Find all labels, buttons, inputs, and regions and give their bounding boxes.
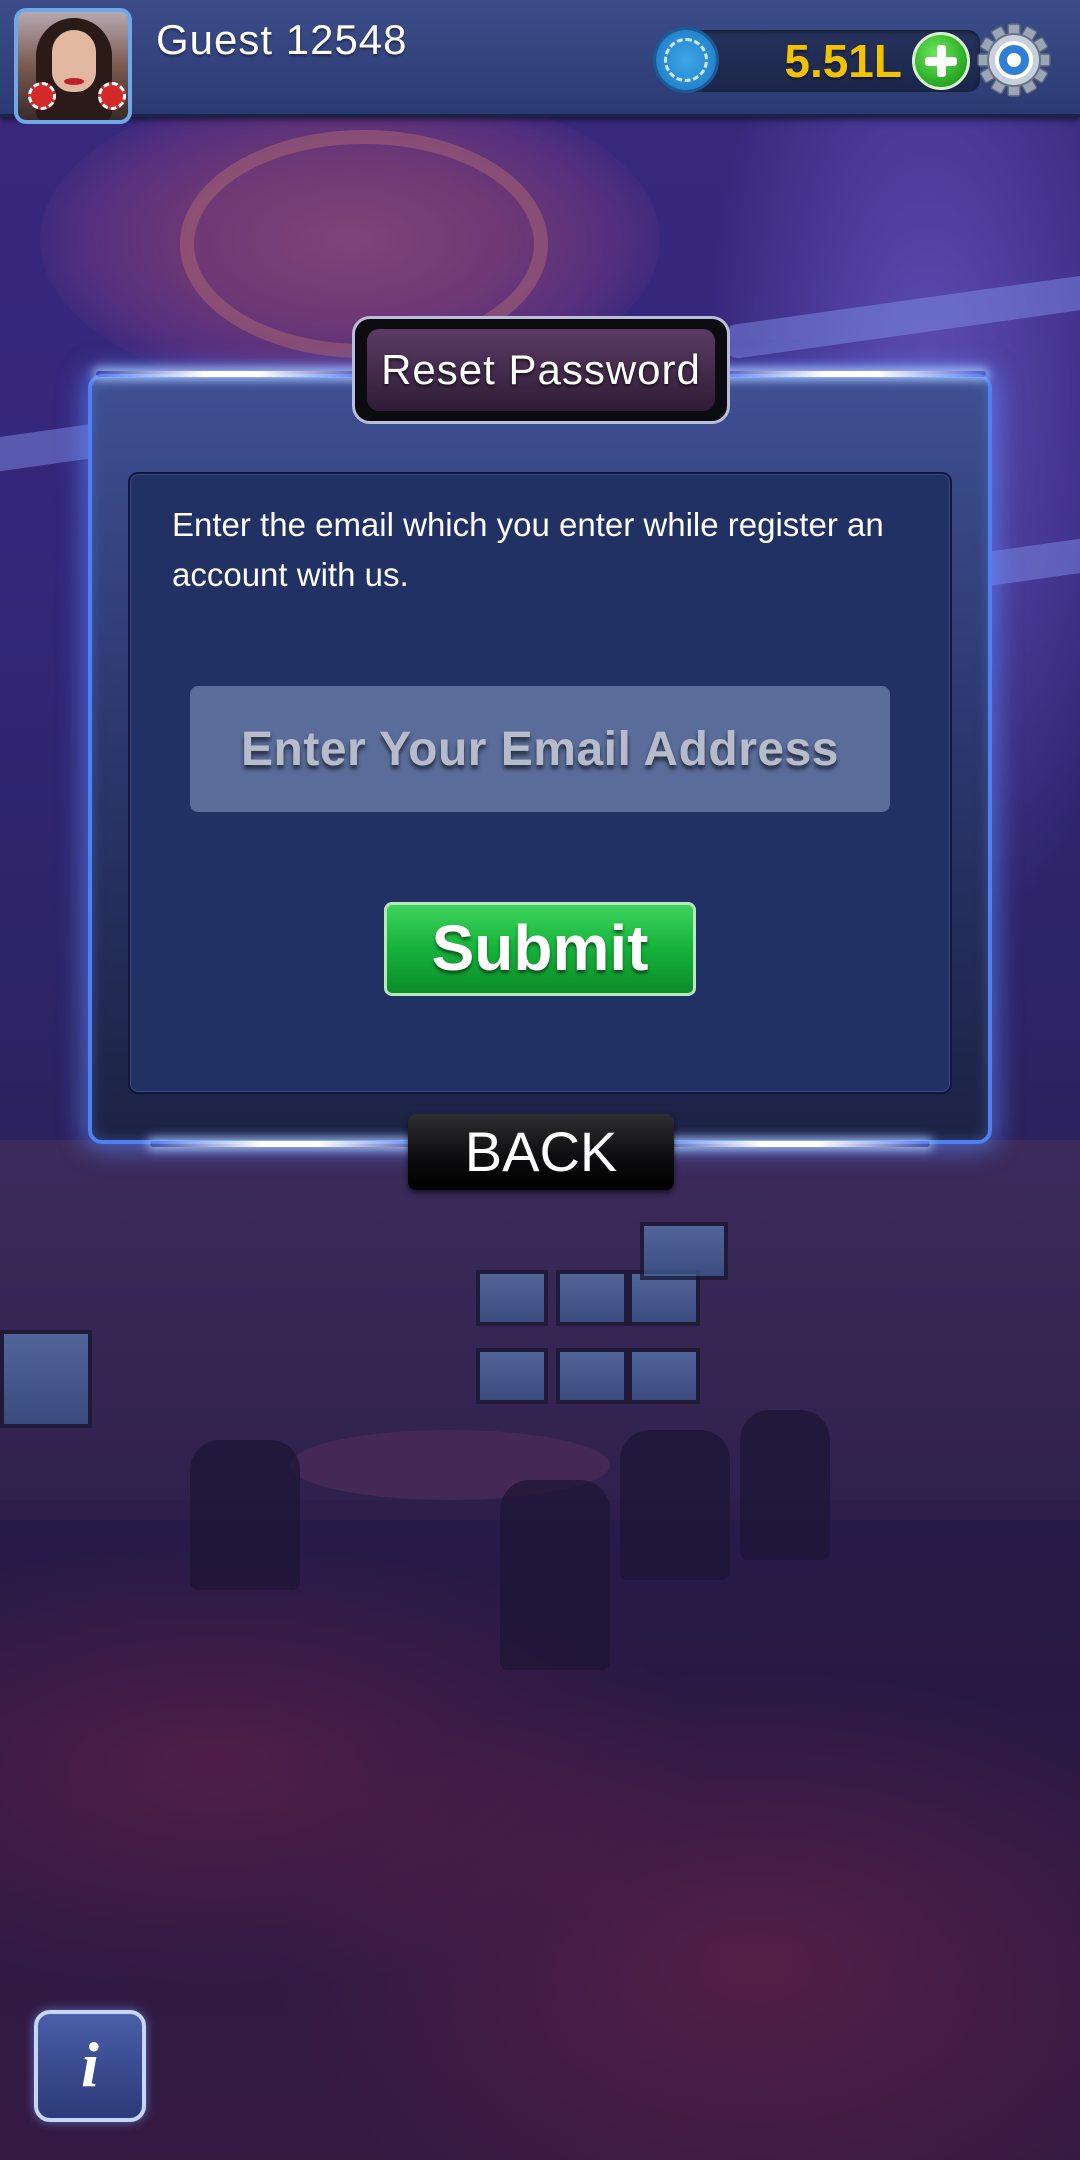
background-monitor <box>556 1348 628 1404</box>
background-chair <box>190 1440 300 1590</box>
chip-icon <box>656 30 716 90</box>
background-chair <box>500 1480 610 1670</box>
settings-button[interactable] <box>976 22 1052 98</box>
background-monitor <box>628 1348 700 1404</box>
dialog-title-frame: Reset Password <box>352 316 730 424</box>
app-screen: Guest 12548 5.51L Reset Password Enter t… <box>0 0 1080 2160</box>
avatar-chip-icon <box>98 82 126 110</box>
background-chair <box>740 1410 830 1560</box>
plus-icon <box>937 45 946 77</box>
background-monitor <box>556 1270 628 1326</box>
email-field[interactable]: Enter Your Email Address <box>190 686 890 812</box>
background-monitor <box>0 1330 92 1428</box>
dialog-title: Reset Password <box>367 329 715 411</box>
balance-amount: 5.51L <box>784 35 902 87</box>
gear-icon <box>977 23 1051 97</box>
instructions-text: Enter the email which you enter while re… <box>172 506 884 593</box>
username: Guest 12548 <box>156 16 408 63</box>
avatar-lips <box>64 78 84 85</box>
top-bar: Guest 12548 5.51L <box>0 0 1080 124</box>
email-placeholder: Enter Your Email Address <box>241 722 839 776</box>
background-monitor <box>476 1270 548 1326</box>
submit-button[interactable]: Submit <box>384 902 696 996</box>
dialog-glow-line <box>716 371 986 377</box>
dialog-glow-line <box>150 1141 430 1147</box>
dialog-glow-line <box>96 371 366 377</box>
background-monitor <box>476 1348 548 1404</box>
avatar-chip-icon <box>28 82 56 110</box>
back-button[interactable]: BACK <box>408 1114 674 1190</box>
info-button[interactable]: i <box>34 2010 146 2122</box>
background-monitor <box>640 1222 728 1280</box>
add-chips-button[interactable] <box>912 32 970 90</box>
dialog-glow-line <box>650 1141 930 1147</box>
background-chair <box>620 1430 730 1580</box>
avatar[interactable] <box>14 8 132 124</box>
